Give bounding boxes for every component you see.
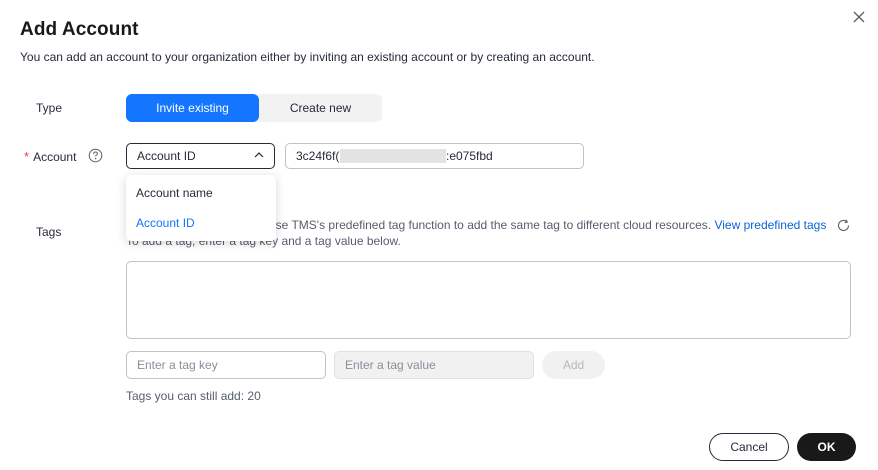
tags-label: Tags: [36, 225, 62, 239]
account-type-dropdown: Account name Account ID: [126, 175, 276, 241]
tag-value-input[interactable]: [334, 351, 534, 379]
add-tag-button[interactable]: Add: [542, 351, 605, 379]
tags-desc-text: use TMS's predefined tag function to add…: [269, 218, 712, 232]
account-type-value: Account ID: [137, 149, 196, 163]
dialog-subtitle: You can add an account to your organizat…: [20, 50, 595, 64]
view-predefined-tags-link[interactable]: View predefined tags: [714, 218, 826, 232]
ok-button[interactable]: OK: [797, 433, 856, 461]
tags-remaining-text: Tags you can still add: 20: [126, 389, 261, 403]
help-icon[interactable]: [88, 148, 103, 163]
account-id-start: 3c24f6f(: [296, 149, 340, 163]
account-label: Account: [33, 150, 77, 164]
redacted-segment: [340, 149, 446, 163]
type-label: Type: [36, 101, 63, 115]
refresh-icon[interactable]: [836, 218, 851, 233]
tags-desc-line1: use TMS's predefined tag function to add…: [269, 218, 826, 232]
account-label-wrap: * Account: [24, 149, 76, 164]
cancel-button[interactable]: Cancel: [709, 433, 789, 461]
dropdown-option-account-name[interactable]: Account name: [126, 178, 276, 208]
dropdown-option-account-id[interactable]: Account ID: [126, 208, 276, 238]
tag-key-input[interactable]: [126, 351, 326, 379]
close-icon[interactable]: [850, 8, 868, 26]
type-segmented-control: Invite existing Create new: [126, 94, 382, 122]
chevron-up-icon: [253, 149, 265, 161]
tags-list-area: [126, 261, 851, 339]
create-new-option[interactable]: Create new: [259, 94, 382, 122]
dialog-title: Add Account: [20, 19, 139, 40]
account-id-end: :e075fbd: [446, 149, 493, 163]
account-id-input[interactable]: 3c24f6f( :e075fbd: [285, 143, 584, 169]
add-account-dialog: Add Account You can add an account to yo…: [0, 0, 878, 470]
invite-existing-option[interactable]: Invite existing: [126, 94, 259, 122]
account-type-select[interactable]: Account ID: [126, 143, 275, 169]
required-marker: *: [24, 149, 30, 164]
